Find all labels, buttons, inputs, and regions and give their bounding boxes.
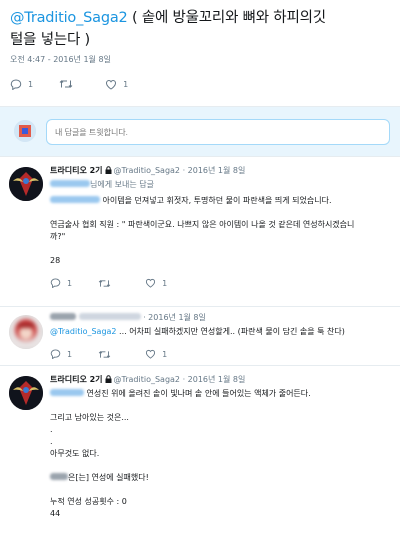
reply-button[interactable]: 1 bbox=[50, 278, 72, 288]
avatar-image bbox=[9, 167, 43, 201]
main-tweet-timestamp[interactable]: 오전 4:47 - 2016년 1월 8일 bbox=[10, 54, 111, 65]
tweet-body-text: 아이템을 던져넣고 휘젓자, 투명하던 물이 파란색을 띄게 되었습니다. bbox=[100, 196, 332, 205]
like-button[interactable]: 1 bbox=[145, 278, 167, 288]
mention-link[interactable]: @Traditio_Saga2 bbox=[50, 327, 117, 336]
retweet-button[interactable] bbox=[98, 350, 111, 359]
tweet-actions: 1 1 bbox=[50, 347, 392, 361]
retweet-icon bbox=[98, 279, 111, 287]
reply-compose-box bbox=[0, 106, 400, 157]
like-count: 1 bbox=[162, 349, 168, 359]
avatar[interactable] bbox=[9, 167, 43, 201]
tweet-body-line: 연금술사 협회 직원 : " 파란색이군요. 나쁘지 않은 아이템이 나올 것 … bbox=[50, 220, 355, 229]
tweet-body-line: 28 bbox=[50, 256, 61, 265]
tweet-body-line: @Traditio_Saga2 ... 어차피 실패하겠지만 연성할게.. (파… bbox=[50, 326, 392, 338]
tweet-body-line: 까?" bbox=[50, 232, 66, 241]
like-count: 1 bbox=[162, 278, 168, 288]
tweet-body-line: 은[는] 연성에 실패했다! bbox=[50, 472, 392, 484]
reply-input[interactable] bbox=[46, 119, 390, 145]
main-tweet-text: @Traditio_Saga2 ( 솥에 방울꼬리와 뼈와 하피의깃 털을 넣는… bbox=[10, 7, 396, 51]
retweet-icon bbox=[59, 80, 73, 88]
tweet-actions: 1 1 bbox=[50, 276, 392, 290]
tweet-body-text: ... 어차피 실패하겠지만 연성할게.. (파란색 물이 담긴 솥을 툭 찬다… bbox=[116, 327, 345, 336]
tweet-body-line: 아무것도 없다. bbox=[50, 449, 100, 458]
reply-tweet[interactable]: 트라디티오 2기 @Traditio_Saga2 · 2016년 1월 8일 연성… bbox=[0, 366, 400, 542]
like-icon bbox=[146, 349, 156, 359]
avatar[interactable] bbox=[9, 315, 43, 349]
lock-icon bbox=[105, 166, 112, 174]
like-icon bbox=[106, 79, 117, 90]
tweet-body-text: 은[는] 연성에 실패했다! bbox=[68, 473, 149, 482]
main-tweet-actions: 1 1 bbox=[10, 77, 154, 91]
avatar-image bbox=[9, 376, 43, 410]
reply-count: 1 bbox=[67, 349, 73, 359]
like-button[interactable]: 1 bbox=[145, 349, 167, 359]
main-tweet-text-line1: ( 솥에 방울꼬리와 뼈와 하피의깃 bbox=[127, 10, 326, 26]
tweet-body-line: 연성진 위에 올려진 솥이 빛나며 솥 안에 들어있는 액체가 줄어든다. bbox=[50, 388, 392, 400]
blurred-name bbox=[50, 473, 68, 480]
blurred-mention bbox=[50, 196, 100, 203]
reply-to-blurred-name bbox=[50, 180, 90, 187]
display-name[interactable]: 트라디티오 2기 bbox=[50, 375, 103, 384]
retweet-button[interactable] bbox=[59, 79, 79, 89]
like-icon bbox=[146, 278, 156, 288]
tweet-body-line: 누적 연성 성공횟수 : 0 bbox=[50, 497, 127, 506]
main-tweet-mention[interactable]: @Traditio_Saga2 bbox=[10, 10, 128, 26]
reply-button[interactable]: 1 bbox=[50, 349, 72, 359]
reply-to-label: 님에게 보내는 답글 bbox=[90, 180, 154, 189]
reply-icon bbox=[10, 78, 22, 90]
blurred-display-name bbox=[50, 313, 76, 320]
tweet-body-text: 연성진 위에 올려진 솥이 빛나며 솥 안에 들어있는 액체가 줄어든다. bbox=[84, 389, 311, 398]
avatar[interactable] bbox=[14, 120, 36, 142]
display-name[interactable]: 트라디티오 2기 bbox=[50, 166, 103, 175]
reply-count: 1 bbox=[67, 278, 73, 288]
reply-button[interactable]: 1 bbox=[10, 78, 34, 90]
reply-tweet[interactable]: · 2016년 1월 8일 @Traditio_Saga2 ... 어차피 실패… bbox=[0, 307, 400, 366]
avatar[interactable] bbox=[9, 376, 43, 410]
user-handle[interactable]: @Traditio_Saga2 bbox=[114, 375, 181, 384]
retweet-button[interactable] bbox=[98, 279, 111, 288]
tweet-body-line: . bbox=[50, 425, 53, 434]
tweet-content: 트라디티오 2기 @Traditio_Saga2 · 2016년 1월 8일 님에… bbox=[50, 165, 392, 290]
blurred-handle bbox=[78, 313, 141, 320]
tweet-body-line: 아이템을 던져넣고 휘젓자, 투명하던 물이 파란색을 띄게 되었습니다. bbox=[50, 195, 392, 207]
main-tweet-text-line2: 털을 넣는다 ) bbox=[10, 32, 90, 48]
like-count: 1 bbox=[123, 79, 129, 89]
blurred-mention bbox=[50, 389, 84, 396]
tweet-header: · 2016년 1월 8일 bbox=[50, 312, 392, 324]
reply-count: 1 bbox=[28, 79, 34, 89]
reply-icon bbox=[50, 349, 61, 359]
tweet-content: 트라디티오 2기 @Traditio_Saga2 · 2016년 1월 8일 연성… bbox=[50, 374, 392, 520]
tweet-body-line: . bbox=[50, 437, 53, 446]
retweet-icon bbox=[98, 350, 111, 358]
tweet-content: · 2016년 1월 8일 @Traditio_Saga2 ... 어차피 실패… bbox=[50, 312, 392, 361]
reply-tweet[interactable]: 트라디티오 2기 @Traditio_Saga2 · 2016년 1월 8일 님에… bbox=[0, 157, 400, 307]
tweet-header: 트라디티오 2기 @Traditio_Saga2 · 2016년 1월 8일 bbox=[50, 374, 392, 386]
avatar-image bbox=[9, 315, 43, 349]
tweet-date[interactable]: · 2016년 1월 8일 bbox=[143, 313, 206, 322]
tweet-date[interactable]: · 2016년 1월 8일 bbox=[183, 166, 246, 175]
tweet-header: 트라디티오 2기 @Traditio_Saga2 · 2016년 1월 8일 bbox=[50, 165, 392, 177]
tweet-date[interactable]: · 2016년 1월 8일 bbox=[183, 375, 246, 384]
reply-icon bbox=[50, 278, 61, 288]
avatar-image bbox=[14, 120, 36, 142]
tweet-body-line: 44 bbox=[50, 509, 61, 518]
reply-to-line: 님에게 보내는 답글 bbox=[50, 179, 392, 191]
tweet-body-line: 그리고 남아있는 것은... bbox=[50, 413, 129, 422]
like-button[interactable]: 1 bbox=[105, 79, 128, 90]
lock-icon bbox=[105, 375, 112, 383]
user-handle[interactable]: @Traditio_Saga2 bbox=[114, 166, 181, 175]
